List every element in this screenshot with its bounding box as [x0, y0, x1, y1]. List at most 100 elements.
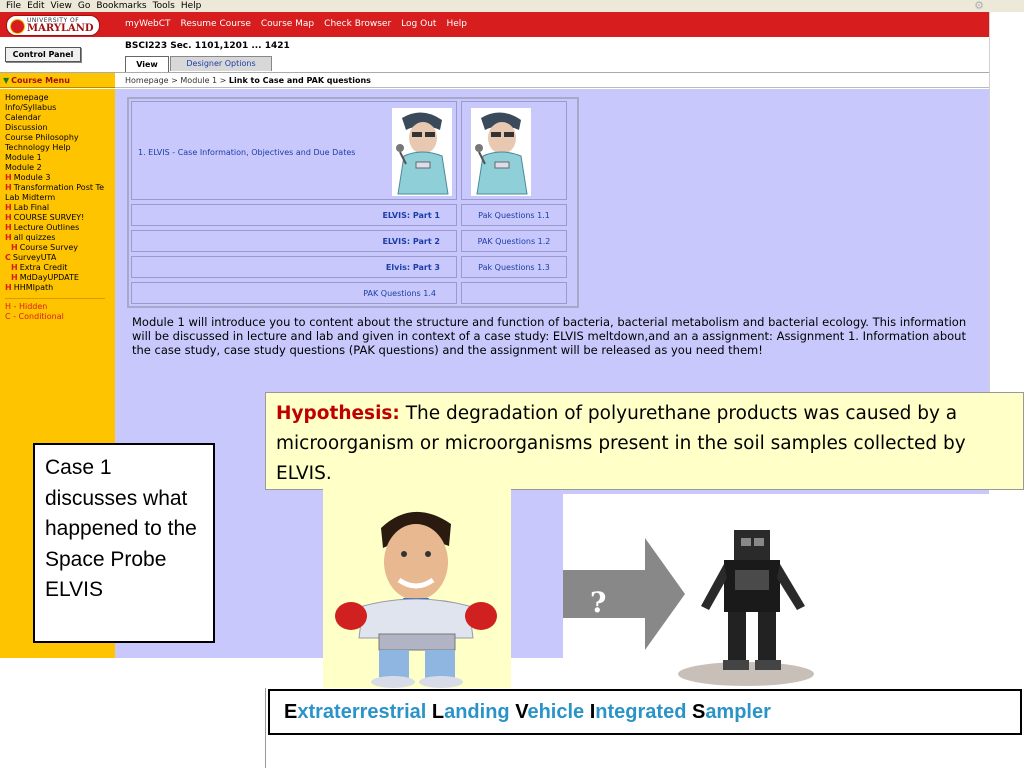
browser-menu-item[interactable]: Edit	[27, 0, 44, 12]
top-nav-link[interactable]: Check Browser	[324, 19, 391, 29]
menu-item-marker: H	[5, 203, 12, 212]
course-menu-list: Homepage Info/Syllabus Calendar Discussion C…	[0, 89, 115, 293]
cartoon-elvis-image	[471, 108, 531, 196]
course-menu-item[interactable]: H Module 3	[5, 173, 115, 183]
pak-link[interactable]: PAK Questions 1.4	[131, 282, 457, 304]
case-row-2: ELVIS: Part 2 PAK Questions 1.2	[129, 228, 577, 254]
browser-menu-item[interactable]: Bookmarks	[96, 0, 146, 12]
acronym-initial: E	[284, 701, 298, 723]
university-logo[interactable]: UNIVERSITY OF MARYLAND	[6, 15, 100, 36]
menu-item-marker: C	[5, 253, 11, 262]
browser-menu-item[interactable]: Tools	[153, 0, 175, 12]
course-menu-header[interactable]: ▼ Course Menu	[0, 73, 115, 88]
top-nav: myWebCT Resume Course Course Map Check Brow…	[125, 12, 477, 37]
menu-legend: H - Hidden C - Conditional	[5, 298, 105, 322]
part-link[interactable]: Elvis: Part 3	[131, 256, 457, 278]
course-menu-item-label: Module 3	[13, 173, 51, 182]
course-menu-item-label: MdDayUPDATE	[19, 273, 79, 282]
throbber-icon: ⚙	[974, 0, 984, 12]
breadcrumb: Homepage > Module 1 > Link to Case and P…	[115, 73, 989, 88]
course-menu-item[interactable]: H COURSE SURVEY!	[5, 213, 115, 223]
control-panel-button[interactable]: Control Panel	[5, 47, 81, 62]
course-menu-item-label: Course Philosophy	[5, 133, 79, 142]
case-row-3: Elvis: Part 3 Pak Questions 1.3	[129, 254, 577, 280]
course-menu-item-label: Module 2	[5, 163, 42, 172]
acronym-rest: ampler	[705, 701, 771, 723]
course-menu-item[interactable]: Info/Syllabus	[5, 103, 115, 113]
course-menu-item[interactable]: Technology Help	[5, 143, 115, 153]
course-menu-item[interactable]: H Extra Credit	[5, 263, 115, 273]
course-header: Control Panel BSCI223 Sec. 1101,1201 ...…	[0, 37, 989, 73]
course-menu-item[interactable]: Course Philosophy	[5, 133, 115, 143]
course-menu-item[interactable]: H Transformation Post Te	[5, 183, 115, 193]
course-menu-item[interactable]: H MdDayUPDATE	[5, 273, 115, 283]
menu-item-marker: H	[11, 243, 18, 252]
arrow-right-icon	[520, 538, 685, 650]
top-nav-link[interactable]: Course Map	[261, 19, 314, 29]
module-intro-text: Module 1 will introduce you to content a…	[132, 315, 967, 357]
legend-conditional: C - Conditional	[5, 312, 64, 321]
part-link[interactable]: ELVIS: Part 1	[131, 204, 457, 226]
course-menu-item[interactable]: Module 1	[5, 153, 115, 163]
course-menu-item[interactable]: H Lab Final	[5, 203, 115, 213]
browser-menubar: ⚙ File Edit View Go Bookmarks Tools Help	[0, 0, 1024, 12]
acronym-initial: S	[691, 701, 706, 723]
webct-header: UNIVERSITY OF MARYLAND myWebCT Resume Cou…	[0, 12, 989, 37]
arrow-question-mark: ?	[590, 586, 606, 619]
course-menu-item-label: Lecture Outlines	[13, 223, 80, 232]
tab-view[interactable]: View	[125, 56, 169, 72]
top-nav-link[interactable]: Log Out	[401, 19, 436, 29]
acronym-initial: V	[515, 701, 528, 723]
tab-designer-options[interactable]: Designer Options	[170, 56, 272, 71]
browser-menu-item[interactable]: File	[6, 0, 21, 12]
course-menu-item[interactable]: H Course Survey	[5, 243, 115, 253]
browser-menu-item[interactable]: Help	[181, 0, 202, 12]
course-menu-item-label: SurveyUTA	[12, 253, 57, 262]
top-nav-link[interactable]: Help	[446, 19, 467, 29]
course-menu-item-label: Transformation Post Te	[13, 183, 104, 192]
acronym-rest: anding	[444, 701, 516, 723]
university-seal-icon	[10, 19, 25, 34]
hypothesis-box: Hypothesis: The degradation of polyureth…	[265, 392, 1024, 490]
course-menu-item[interactable]: Homepage	[5, 93, 115, 103]
course-menu-item-label: COURSE SURVEY!	[13, 213, 85, 222]
course-menu-item[interactable]: H HHMIpath	[5, 283, 115, 293]
top-nav-link[interactable]: myWebCT	[125, 19, 171, 29]
menu-item-marker: H	[5, 283, 12, 292]
pak-link[interactable]: Pak Questions 1.3	[461, 256, 567, 278]
browser-menu-item[interactable]: Go	[78, 0, 90, 12]
cartoon-elvis-image	[392, 108, 452, 196]
case-row-1: ELVIS: Part 1 Pak Questions 1.1	[129, 202, 577, 228]
menu-item-marker: H	[5, 183, 12, 192]
acronym-initial: L	[431, 701, 445, 723]
browser-right-panel	[989, 12, 1024, 392]
course-menu-item-label: Homepage	[5, 93, 49, 102]
case-info-cell: 1. ELVIS - Case Information, Objectives …	[131, 101, 457, 200]
course-menu-item-label: HHMIpath	[13, 283, 54, 292]
pak-link[interactable]: PAK Questions 1.2	[461, 230, 567, 252]
case-table-header-row: 1. ELVIS - Case Information, Objectives …	[129, 99, 577, 202]
course-menu-item[interactable]: Hall quizzes	[5, 233, 115, 243]
course-menu-item-label: Extra Credit	[19, 263, 68, 272]
menu-item-marker: H	[11, 263, 18, 272]
course-menu-item[interactable]: Module 2	[5, 163, 115, 173]
course-menu-item-label: Module 1	[5, 153, 42, 162]
course-menu-item[interactable]: Discussion	[5, 123, 115, 133]
course-menu-item-label: all quizzes	[13, 233, 56, 242]
course-menu-item[interactable]: H Lecture Outlines	[5, 223, 115, 233]
case-info-link[interactable]: 1. ELVIS - Case Information, Objectives …	[138, 148, 355, 157]
breadcrumb-current: Link to Case and PAK questions	[228, 76, 371, 85]
course-menu-item-label: Course Survey	[19, 243, 79, 252]
pak-link[interactable]: Pak Questions 1.1	[461, 204, 567, 226]
course-menu-item-label: Discussion	[5, 123, 48, 132]
menu-item-marker: H	[11, 273, 18, 282]
course-menu-item[interactable]: C SurveyUTA	[5, 253, 115, 263]
breadcrumb-trail[interactable]: Homepage > Module 1 >	[125, 76, 229, 85]
part-link[interactable]: ELVIS: Part 2	[131, 230, 457, 252]
browser-menu-item[interactable]: View	[51, 0, 72, 12]
top-nav-link[interactable]: Resume Course	[181, 19, 251, 29]
elvis-doll-image	[323, 488, 511, 688]
course-menu-item[interactable]: Calendar	[5, 113, 115, 123]
course-menu-item[interactable]: Lab Midterm	[5, 193, 115, 203]
course-menu-item-label: Info/Syllabus	[5, 103, 57, 112]
